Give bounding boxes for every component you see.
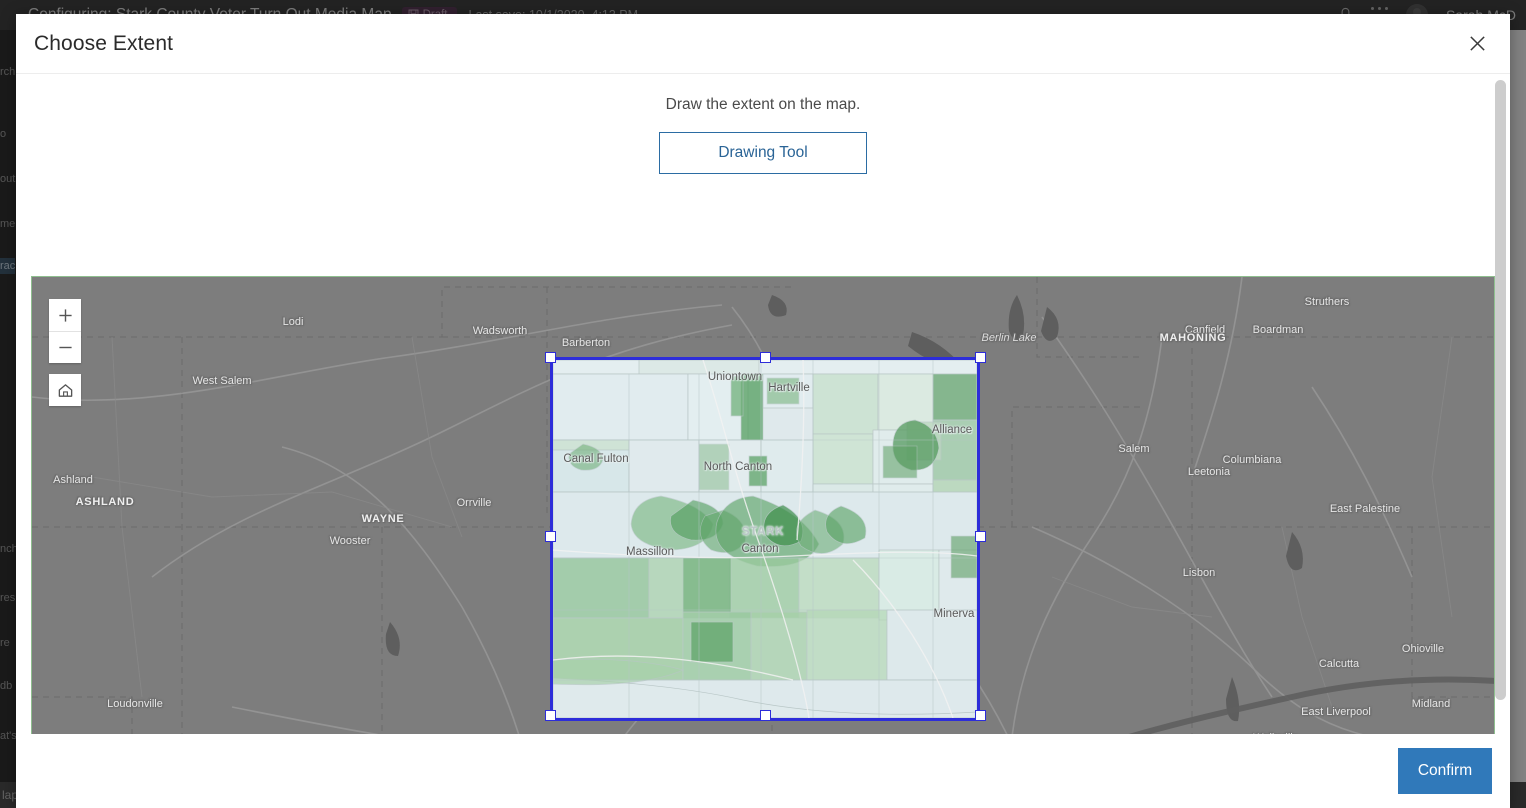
extent-map[interactable]: Lodi Wadsworth Barberton West Salem Ashland A… <box>31 276 1495 734</box>
drawing-tool-button[interactable]: Drawing Tool <box>659 132 867 174</box>
zoom-control-group <box>49 299 81 363</box>
home-icon <box>58 383 72 397</box>
extent-instruction: Draw the extent on the map. <box>665 96 861 113</box>
page-title: Choose Extent <box>34 31 174 55</box>
modal-body: Draw the extent on the map. Drawing Tool <box>16 74 1510 734</box>
extent-handle-top-right[interactable] <box>975 352 986 363</box>
extent-handle-bottom-right[interactable] <box>975 710 986 721</box>
stark-county-choropleth <box>553 360 977 718</box>
confirm-button[interactable]: Confirm <box>1398 748 1492 794</box>
map-canvas[interactable]: Lodi Wadsworth Barberton West Salem Ashland A… <box>32 277 1494 734</box>
close-icon[interactable] <box>1462 29 1492 59</box>
extent-handle-bottom-center[interactable] <box>760 710 771 721</box>
choose-extent-modal: Choose Extent Draw the extent on the map… <box>16 14 1510 808</box>
home-button[interactable] <box>49 374 81 406</box>
modal-footer: Confirm <box>16 734 1510 808</box>
extent-handle-top-left[interactable] <box>545 352 556 363</box>
extent-handle-middle-left[interactable] <box>545 531 556 542</box>
extent-handle-bottom-left[interactable] <box>545 710 556 721</box>
extent-selection-rectangle[interactable] <box>545 352 986 721</box>
home-control-group <box>49 374 81 406</box>
modal-scrollbar[interactable] <box>1495 80 1506 730</box>
modal-scrollbar-thumb[interactable] <box>1495 80 1506 700</box>
extent-handle-middle-right[interactable] <box>975 531 986 542</box>
zoom-in-button[interactable] <box>49 299 81 331</box>
plus-icon <box>58 308 72 322</box>
modal-header: Choose Extent <box>16 14 1510 74</box>
minus-icon <box>58 346 72 349</box>
drawing-tool-row: Drawing Tool <box>16 132 1510 174</box>
extent-handle-top-center[interactable] <box>760 352 771 363</box>
zoom-out-button[interactable] <box>49 331 81 363</box>
close-x-icon <box>1469 36 1485 51</box>
map-controls <box>49 299 81 406</box>
